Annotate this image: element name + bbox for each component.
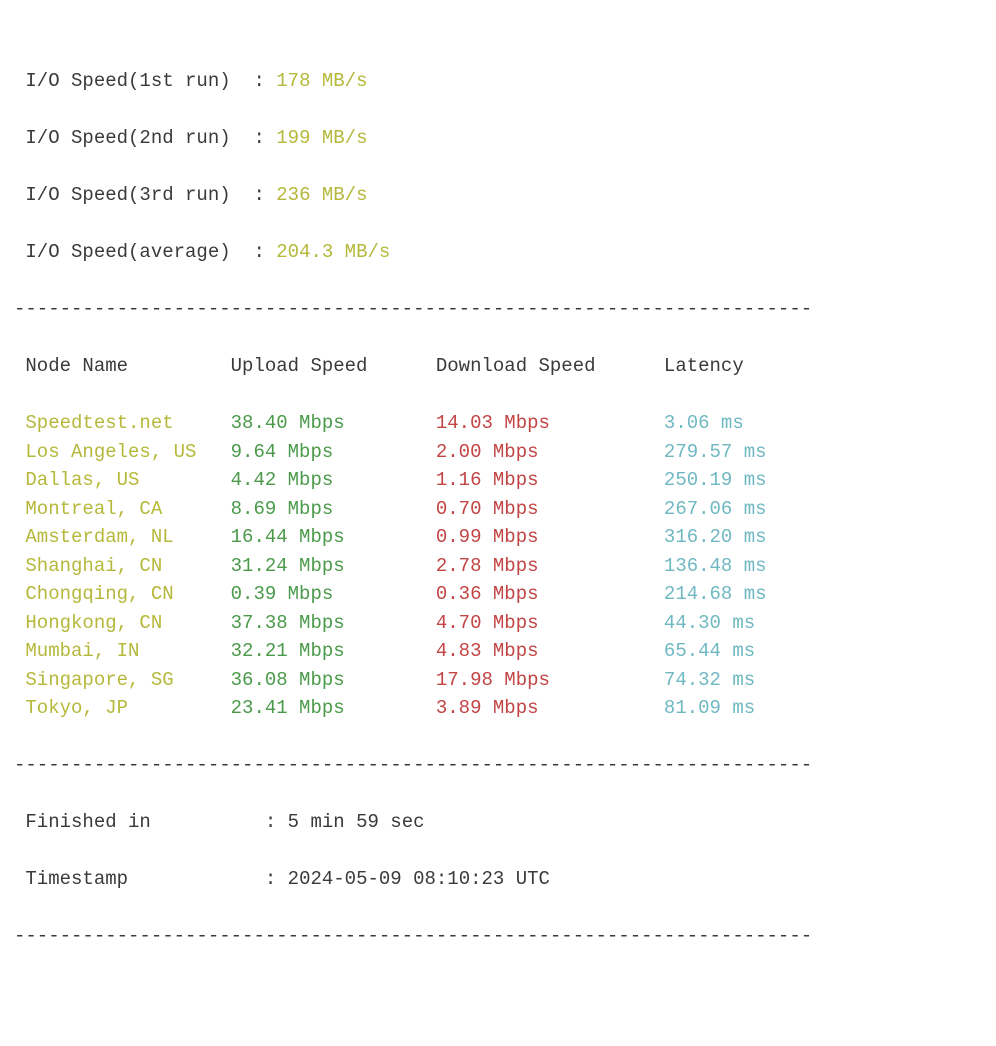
header-node: Node Name <box>14 355 231 377</box>
node-name: Tokyo, JP <box>14 697 231 719</box>
timestamp-value: 2024-05-09 08:10:23 UTC <box>288 868 550 890</box>
upload-speed: 37.38 Mbps <box>231 612 436 634</box>
node-name: Amsterdam, NL <box>14 526 231 548</box>
io-speed-run2-value: 199 MB/s <box>276 127 367 149</box>
download-speed: 0.99 Mbps <box>436 526 664 548</box>
io-speed-run3: I/O Speed(3rd run) : 236 MB/s <box>14 181 982 210</box>
timestamp-label: Timestamp <box>14 868 253 890</box>
node-name: Mumbai, IN <box>14 640 231 662</box>
latency: 250.19 ms <box>664 469 767 491</box>
table-row: Singapore, SG 36.08 Mbps 17.98 Mbps 74.3… <box>14 666 982 695</box>
node-name: Montreal, CA <box>14 498 231 520</box>
colon: : <box>253 811 287 833</box>
node-name: Shanghai, CN <box>14 555 231 577</box>
finished-value: 5 min 59 sec <box>288 811 425 833</box>
io-speed-run2: I/O Speed(2nd run) : 199 MB/s <box>14 124 982 153</box>
latency: 279.57 ms <box>664 441 767 463</box>
io-speed-avg: I/O Speed(average) : 204.3 MB/s <box>14 238 982 267</box>
download-speed: 1.16 Mbps <box>436 469 664 491</box>
colon: : <box>253 868 287 890</box>
divider: ----------------------------------------… <box>14 922 982 951</box>
download-speed: 4.83 Mbps <box>436 640 664 662</box>
upload-speed: 9.64 Mbps <box>231 441 436 463</box>
latency: 44.30 ms <box>664 612 755 634</box>
latency: 214.68 ms <box>664 583 767 605</box>
upload-speed: 32.21 Mbps <box>231 640 436 662</box>
colon: : <box>242 184 276 206</box>
latency: 3.06 ms <box>664 412 744 434</box>
upload-speed: 36.08 Mbps <box>231 669 436 691</box>
download-speed: 3.89 Mbps <box>436 697 664 719</box>
latency: 74.32 ms <box>664 669 755 691</box>
io-speed-avg-label: I/O Speed(average) <box>14 241 242 263</box>
table-row: Tokyo, JP 23.41 Mbps 3.89 Mbps 81.09 ms <box>14 694 982 723</box>
io-speed-run3-label: I/O Speed(3rd run) <box>14 184 242 206</box>
table-row: Mumbai, IN 32.21 Mbps 4.83 Mbps 65.44 ms <box>14 637 982 666</box>
node-name: Hongkong, CN <box>14 612 231 634</box>
header-upload: Upload Speed <box>231 355 436 377</box>
download-speed: 14.03 Mbps <box>436 412 664 434</box>
upload-speed: 16.44 Mbps <box>231 526 436 548</box>
table-row: Hongkong, CN 37.38 Mbps 4.70 Mbps 44.30 … <box>14 609 982 638</box>
table-row: Chongqing, CN 0.39 Mbps 0.36 Mbps 214.68… <box>14 580 982 609</box>
header-latency: Latency <box>664 355 744 377</box>
finished-label: Finished in <box>14 811 253 833</box>
download-speed: 4.70 Mbps <box>436 612 664 634</box>
latency: 267.06 ms <box>664 498 767 520</box>
latency: 65.44 ms <box>664 640 755 662</box>
table-row: Montreal, CA 8.69 Mbps 0.70 Mbps 267.06 … <box>14 495 982 524</box>
upload-speed: 0.39 Mbps <box>231 583 436 605</box>
divider: ----------------------------------------… <box>14 751 982 780</box>
io-speed-run3-value: 236 MB/s <box>276 184 367 206</box>
node-name: Chongqing, CN <box>14 583 231 605</box>
download-speed: 2.00 Mbps <box>436 441 664 463</box>
colon: : <box>242 70 276 92</box>
header-download: Download Speed <box>436 355 664 377</box>
timestamp-row: Timestamp : 2024-05-09 08:10:23 UTC <box>14 865 982 894</box>
table-row: Dallas, US 4.42 Mbps 1.16 Mbps 250.19 ms <box>14 466 982 495</box>
header-row: Node Name Upload Speed Download Speed La… <box>14 352 982 381</box>
io-speed-avg-value: 204.3 MB/s <box>276 241 390 263</box>
table-row: Los Angeles, US 9.64 Mbps 2.00 Mbps 279.… <box>14 438 982 467</box>
io-speed-run2-label: I/O Speed(2nd run) <box>14 127 242 149</box>
divider: ----------------------------------------… <box>14 295 982 324</box>
upload-speed: 23.41 Mbps <box>231 697 436 719</box>
node-name: Los Angeles, US <box>14 441 231 463</box>
latency: 136.48 ms <box>664 555 767 577</box>
finished-row: Finished in : 5 min 59 sec <box>14 808 982 837</box>
table-row: Speedtest.net 38.40 Mbps 14.03 Mbps 3.06… <box>14 409 982 438</box>
download-speed: 0.70 Mbps <box>436 498 664 520</box>
node-name: Speedtest.net <box>14 412 231 434</box>
table-row: Amsterdam, NL 16.44 Mbps 0.99 Mbps 316.2… <box>14 523 982 552</box>
upload-speed: 38.40 Mbps <box>231 412 436 434</box>
io-speed-run1-value: 178 MB/s <box>276 70 367 92</box>
upload-speed: 4.42 Mbps <box>231 469 436 491</box>
download-speed: 17.98 Mbps <box>436 669 664 691</box>
io-speed-run1-label: I/O Speed(1st run) <box>14 70 242 92</box>
io-speed-run1: I/O Speed(1st run) : 178 MB/s <box>14 67 982 96</box>
latency: 316.20 ms <box>664 526 767 548</box>
latency: 81.09 ms <box>664 697 755 719</box>
download-speed: 2.78 Mbps <box>436 555 664 577</box>
download-speed: 0.36 Mbps <box>436 583 664 605</box>
node-name: Dallas, US <box>14 469 231 491</box>
table-row: Shanghai, CN 31.24 Mbps 2.78 Mbps 136.48… <box>14 552 982 581</box>
colon: : <box>242 241 276 263</box>
upload-speed: 31.24 Mbps <box>231 555 436 577</box>
upload-speed: 8.69 Mbps <box>231 498 436 520</box>
node-name: Singapore, SG <box>14 669 231 691</box>
table-body: Speedtest.net 38.40 Mbps 14.03 Mbps 3.06… <box>14 409 982 723</box>
colon: : <box>242 127 276 149</box>
